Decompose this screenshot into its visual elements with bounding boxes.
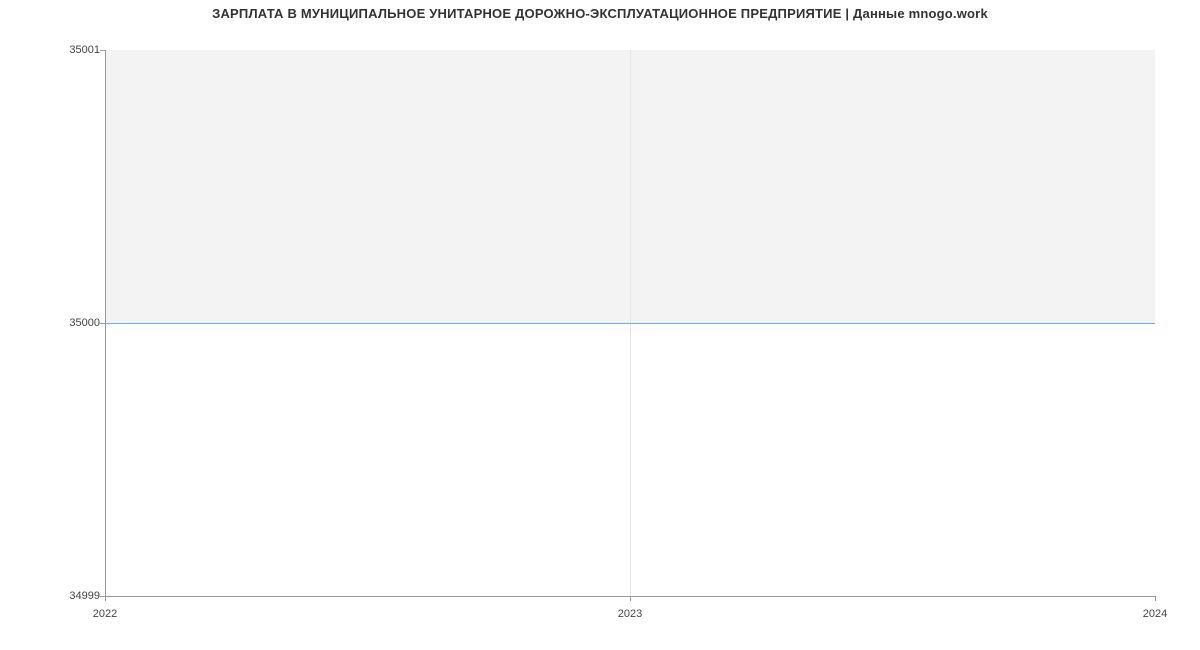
x-tick-label: 2022 [93, 608, 117, 620]
series-line [105, 323, 1155, 324]
x-tick-label: 2023 [618, 608, 642, 620]
chart-container: ЗАРПЛАТА В МУНИЦИПАЛЬНОЕ УНИТАРНОЕ ДОРОЖ… [0, 0, 1200, 650]
y-tick [100, 323, 105, 324]
x-tick [1155, 596, 1156, 601]
y-tick-label: 35000 [10, 317, 100, 329]
y-tick-label: 35001 [10, 44, 100, 56]
y-tick-label: 34999 [10, 590, 100, 602]
y-tick [100, 50, 105, 51]
x-tick [105, 596, 106, 601]
chart-title: ЗАРПЛАТА В МУНИЦИПАЛЬНОЕ УНИТАРНОЕ ДОРОЖ… [0, 6, 1200, 21]
x-tick-label: 2024 [1143, 608, 1167, 620]
x-tick [630, 596, 631, 601]
